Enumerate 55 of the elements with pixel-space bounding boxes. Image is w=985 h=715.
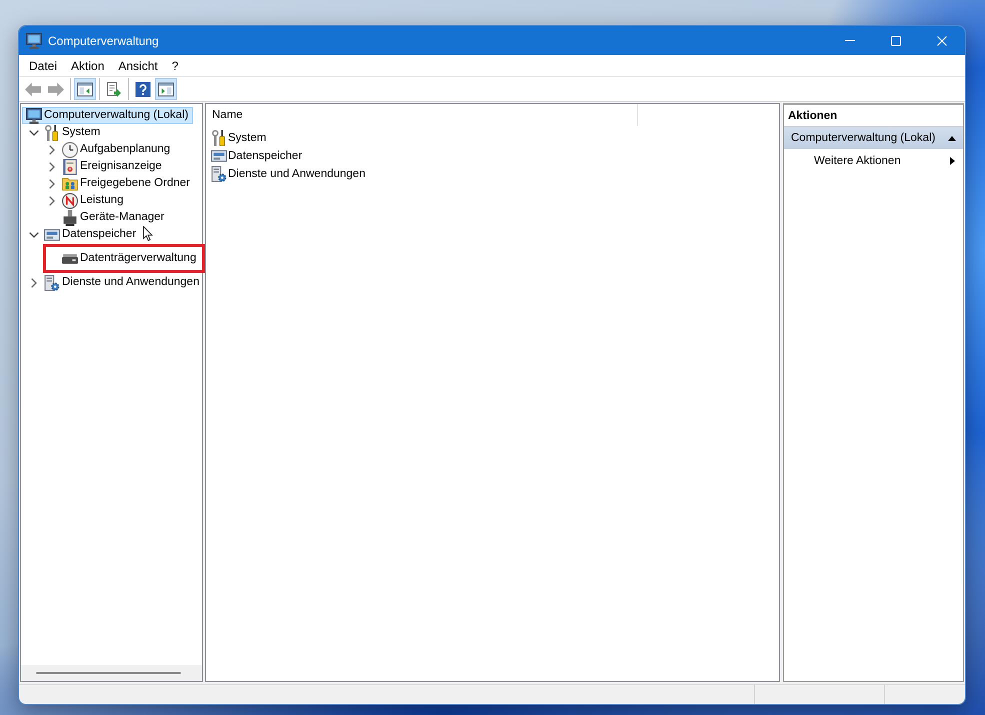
back-arrow-icon <box>25 82 41 96</box>
collapse-triangle-icon[interactable] <box>948 136 956 140</box>
tree-pane-icon <box>77 82 93 96</box>
chevron-right-icon[interactable] <box>49 196 55 206</box>
chevron-right-icon[interactable] <box>31 278 37 288</box>
console-tree-button[interactable] <box>74 78 96 100</box>
server-gear-icon <box>44 274 60 290</box>
computer-icon <box>26 32 42 48</box>
chevron-down-icon[interactable] <box>29 232 39 238</box>
tree-item[interactable]: Freigegebene Ordner <box>60 175 194 192</box>
list-item[interactable]: Dienste und Anwendungen <box>206 165 779 183</box>
chevron-right-icon[interactable] <box>49 162 55 172</box>
tools-icon <box>44 124 60 140</box>
window-title: Computerverwaltung <box>48 34 159 48</box>
scrollbar-thumb[interactable] <box>36 672 181 674</box>
tree-item[interactable]: Computerverwaltung (Lokal) <box>22 107 194 124</box>
maximize-icon <box>891 36 901 46</box>
device-icon <box>62 210 78 226</box>
menu-item[interactable]: ? <box>164 55 186 76</box>
chevron-right-icon[interactable] <box>49 144 55 154</box>
computer-icon <box>26 108 42 124</box>
actions-section-header[interactable]: Computerverwaltung (Lokal) <box>784 127 963 149</box>
tree-item[interactable]: Ereignisanzeige <box>60 158 166 175</box>
tree-item[interactable]: Datenträgerverwaltung <box>43 244 206 273</box>
chevron-down-icon[interactable] <box>29 130 39 136</box>
tree-item[interactable]: Datenspeicher <box>42 226 140 243</box>
tree-item[interactable]: Geräte-Manager <box>60 209 168 226</box>
list-item[interactable]: System <box>206 129 779 147</box>
event-log-icon <box>62 158 78 174</box>
help-icon <box>135 82 151 96</box>
tree-item[interactable]: Leistung <box>60 192 128 209</box>
minimize-icon <box>845 40 855 41</box>
horizontal-scrollbar[interactable] <box>21 665 202 681</box>
shared-folder-icon <box>62 176 78 192</box>
storage-icon <box>44 226 60 242</box>
action-pane-button[interactable] <box>155 78 177 100</box>
action-pane-icon <box>158 82 174 96</box>
tree-item[interactable]: Dienste und Anwendungen <box>42 274 204 291</box>
close-icon <box>937 36 947 46</box>
clock-icon <box>62 142 78 158</box>
tree-item[interactable]: System <box>42 124 104 141</box>
storage-icon <box>211 148 227 164</box>
chevron-right-icon[interactable] <box>49 178 55 188</box>
export-list-icon <box>106 82 122 96</box>
menu-item[interactable]: Ansicht <box>111 55 165 76</box>
gauge-icon <box>62 192 78 208</box>
forward-arrow-icon <box>48 82 64 96</box>
menu-item[interactable]: Aktion <box>64 55 112 76</box>
tree-item[interactable]: Aufgabenplanung <box>60 141 174 158</box>
tools-icon <box>211 130 227 146</box>
submenu-triangle-icon <box>950 156 955 164</box>
menu-item[interactable]: Datei <box>22 55 64 76</box>
list-item[interactable]: Datenspeicher <box>206 147 779 165</box>
server-gear-icon <box>211 166 227 182</box>
mouse-pointer-icon <box>143 226 153 241</box>
